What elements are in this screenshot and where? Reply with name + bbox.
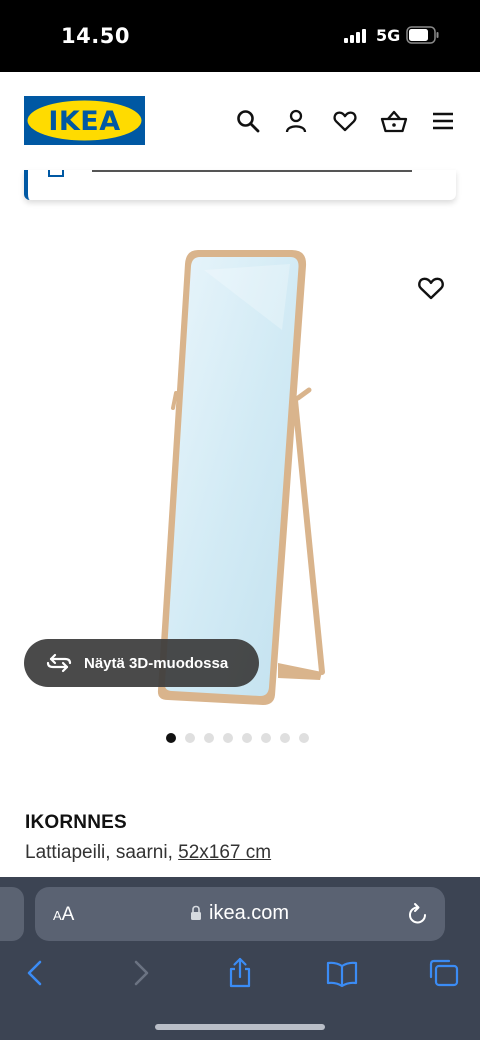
product-size-link[interactable]: 52x167 cm: [178, 842, 271, 863]
heart-icon[interactable]: [332, 108, 358, 134]
notice-card: [24, 170, 456, 200]
product-description-text: Lattiapeili, saarni,: [25, 842, 179, 863]
carousel-dot[interactable]: [204, 733, 214, 743]
text-size-large-a: A: [61, 904, 75, 925]
rotate-3d-icon: [46, 653, 72, 673]
url-text: ikea.com: [209, 902, 290, 924]
back-icon[interactable]: [20, 957, 52, 989]
forward-icon[interactable]: [124, 957, 156, 989]
share-icon[interactable]: [224, 957, 256, 989]
browser-toolbar: AA ikea.com: [0, 877, 480, 1040]
network-label: 5G: [376, 26, 401, 45]
text-size-button[interactable]: AA: [53, 904, 74, 926]
wishlist-heart-icon[interactable]: [416, 274, 446, 302]
menu-icon[interactable]: [430, 108, 456, 134]
address-bar[interactable]: AA ikea.com: [35, 887, 445, 941]
text-size-small-a: A: [53, 908, 62, 923]
site-header: IKEA: [0, 72, 480, 170]
view-3d-button[interactable]: Näytä 3D-muodossa: [24, 639, 259, 687]
signal-icon: [344, 29, 370, 43]
basket-icon[interactable]: [380, 108, 408, 134]
carousel-dot[interactable]: [299, 733, 309, 743]
carousel-dot[interactable]: [223, 733, 233, 743]
home-indicator[interactable]: [155, 1024, 325, 1030]
tabs-icon[interactable]: [428, 957, 460, 989]
reload-icon[interactable]: [407, 902, 429, 926]
status-bar: 14.50 5G: [0, 0, 480, 72]
ikea-logo[interactable]: IKEA: [24, 96, 145, 145]
search-icon[interactable]: [235, 108, 261, 134]
carousel-dot[interactable]: [166, 733, 176, 743]
status-time: 14.50: [61, 24, 130, 48]
account-icon[interactable]: [283, 108, 309, 134]
battery-icon: [406, 26, 439, 44]
view-3d-label: Näytä 3D-muodossa: [84, 654, 229, 672]
image-carousel-dots: [166, 733, 309, 745]
carousel-dot[interactable]: [185, 733, 195, 743]
carousel-dot[interactable]: [280, 733, 290, 743]
lock-icon: [191, 905, 201, 920]
carousel-dot[interactable]: [261, 733, 271, 743]
notice-text-fragment: [92, 170, 412, 172]
bookmarks-icon[interactable]: [326, 957, 358, 989]
product-description: Lattiapeili, saarni, 52x167 cm: [25, 842, 271, 864]
carousel-dot[interactable]: [242, 733, 252, 743]
product-name[interactable]: IKORNNES: [25, 812, 127, 834]
notice-icon: [48, 170, 64, 177]
previous-tab-preview[interactable]: [0, 887, 24, 941]
logo-text: IKEA: [48, 106, 120, 137]
